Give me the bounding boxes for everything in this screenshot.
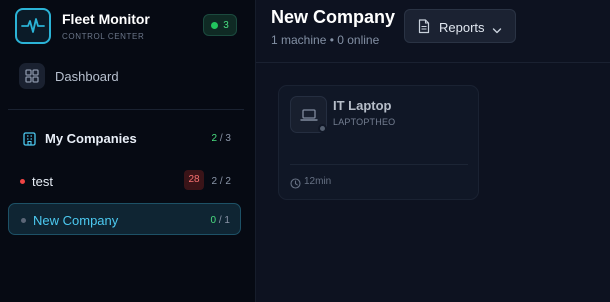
app-subtitle: CONTROL CENTER — [62, 32, 145, 41]
companies-online: 2 — [211, 133, 218, 144]
alert-badge: 28 — [184, 170, 204, 190]
companies-total: / 3 — [219, 133, 231, 144]
app-name: Fleet Monitor — [62, 11, 150, 27]
clock-icon — [290, 176, 301, 194]
machine-name: IT Laptop — [333, 98, 392, 113]
company-online: 0 — [210, 215, 217, 226]
page-subtitle: 1 machine • 0 online — [271, 33, 380, 47]
grid-icon — [19, 63, 45, 89]
pulse-icon[interactable] — [15, 8, 51, 44]
company-name: test — [32, 174, 53, 189]
offline-status-icon — [318, 124, 327, 133]
machine-card[interactable]: IT Laptop LAPTOPTHEO 12min — [278, 85, 479, 200]
companies-heading: My Companies — [45, 131, 137, 146]
page-title: New Company — [271, 7, 396, 27]
status-dot-icon — [21, 218, 26, 223]
divider — [8, 109, 244, 110]
sidebar: Fleet Monitor CONTROL CENTER 3 Dashboard — [0, 0, 256, 302]
companies-count: 2 / 3 — [212, 133, 231, 144]
company-total: / 2 — [219, 176, 231, 187]
reports-label: Reports — [439, 20, 485, 35]
divider — [290, 164, 468, 165]
company-online: 2 — [211, 176, 218, 187]
machine-hostname: LAPTOPTHEO — [333, 117, 396, 127]
document-icon — [418, 19, 430, 39]
company-machine-count: 0 / 1 — [211, 215, 230, 226]
company-item-new-company[interactable]: New Company 0 / 1 — [8, 203, 241, 235]
companies-header[interactable]: My Companies 2 / 3 — [22, 130, 234, 148]
company-total: / 1 — [218, 215, 230, 226]
status-dot-icon — [20, 179, 25, 184]
online-dot-icon — [211, 21, 219, 29]
company-item-test[interactable]: test 28 2 / 2 — [8, 165, 241, 197]
company-machine-count: 2 / 2 — [212, 176, 231, 187]
building-icon — [22, 131, 37, 151]
sidebar-item-dashboard[interactable]: Dashboard — [19, 63, 239, 89]
chevron-down-icon — [492, 22, 502, 40]
last-seen: 12min — [304, 176, 332, 187]
reports-dropdown-button[interactable]: Reports — [404, 9, 516, 43]
brand: Fleet Monitor CONTROL CENTER 3 — [15, 8, 241, 44]
company-name: New Company — [33, 213, 119, 228]
sidebar-item-label: Dashboard — [55, 69, 119, 84]
online-count: 3 — [223, 19, 229, 31]
online-count-badge: 3 — [203, 14, 237, 36]
page-header: New Company 1 machine • 0 online Reports — [256, 0, 610, 63]
